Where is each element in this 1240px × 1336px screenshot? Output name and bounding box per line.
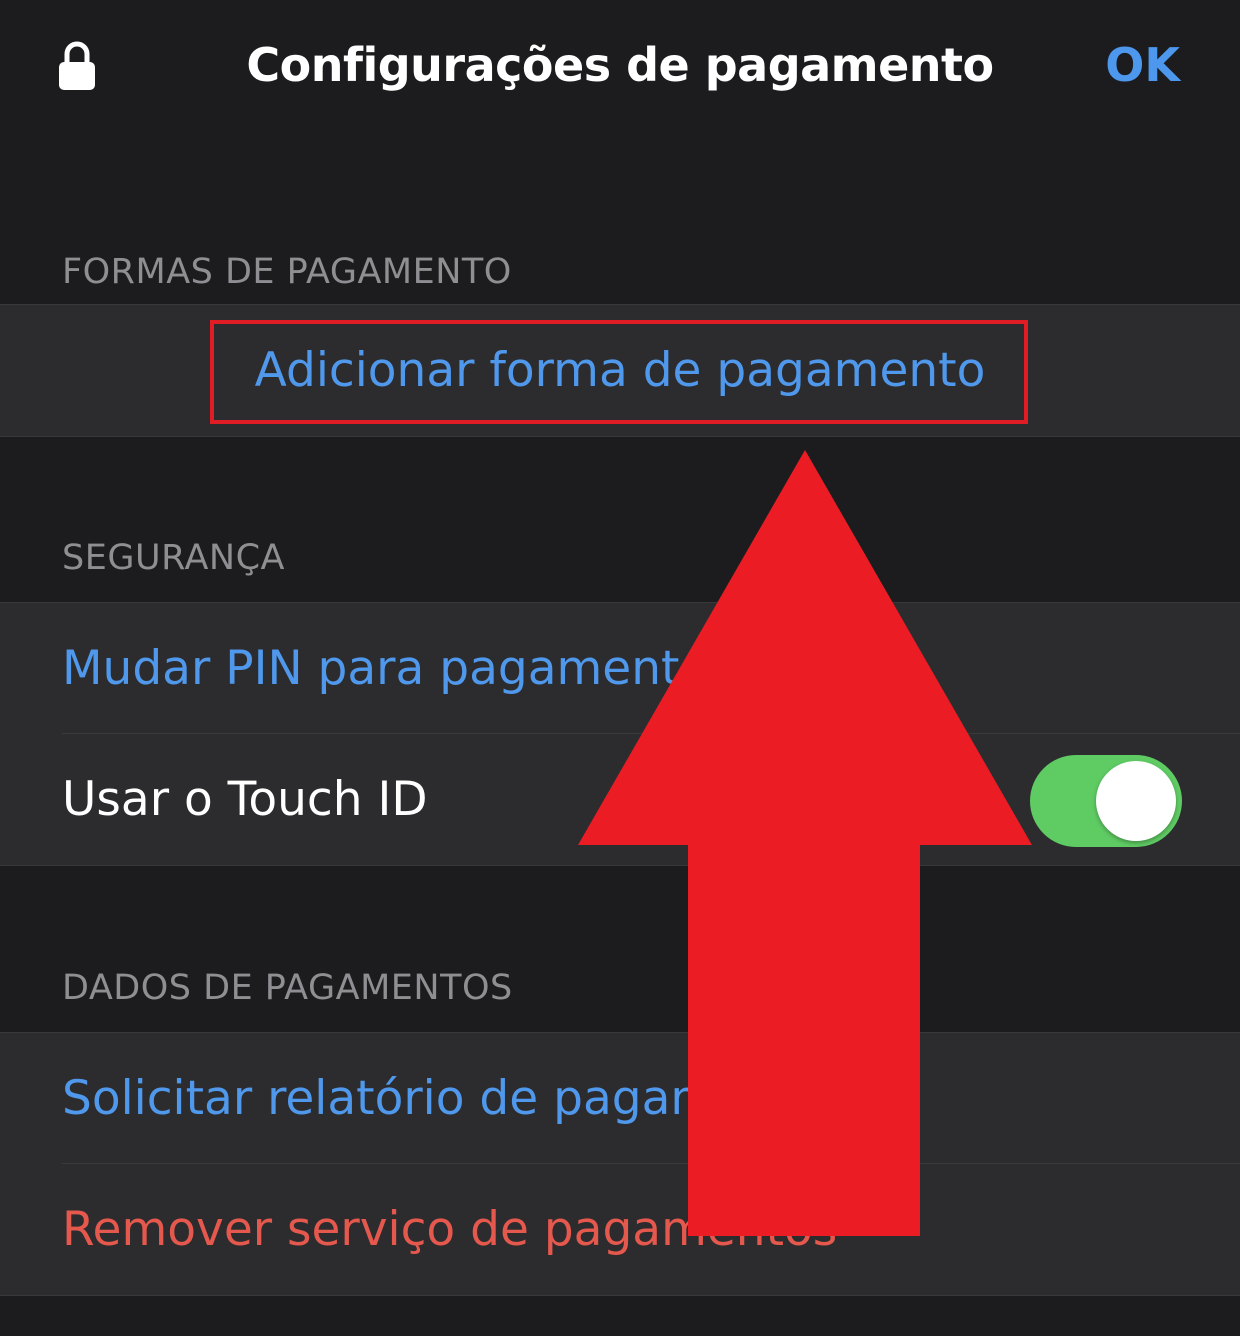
add-payment-method-button[interactable]: Adicionar forma de pagamento xyxy=(0,305,1240,436)
request-report-button[interactable]: Solicitar relatório de pagamentos xyxy=(62,1033,847,1164)
change-pin-cell[interactable]: Mudar PIN para pagamentos xyxy=(0,603,1240,734)
payment-methods-group: Adicionar forma de pagamento xyxy=(0,304,1240,437)
touch-id-cell: Usar o Touch ID xyxy=(0,734,1240,865)
payment-settings-screen: Configurações de pagamento OK FORMAS DE … xyxy=(0,0,1240,1336)
touch-id-label: Usar o Touch ID xyxy=(62,772,428,827)
add-payment-method-cell[interactable]: Adicionar forma de pagamento xyxy=(0,305,1240,436)
change-pin-button[interactable]: Mudar PIN para pagamentos xyxy=(62,603,733,734)
payment-data-group: Solicitar relatório de pagamentos Remove… xyxy=(0,1032,1240,1296)
remove-service-button[interactable]: Remover serviço de pagamentos xyxy=(62,1164,837,1295)
section-header-security: SEGURANÇA xyxy=(62,538,285,578)
page-title: Configurações de pagamento xyxy=(246,38,994,92)
security-group: Mudar PIN para pagamentos Usar o Touch I… xyxy=(0,602,1240,866)
ok-button[interactable]: OK xyxy=(1105,38,1180,92)
navigation-bar: Configurações de pagamento OK xyxy=(0,0,1240,140)
section-header-payment-methods: FORMAS DE PAGAMENTO xyxy=(62,252,512,292)
section-header-payment-data: DADOS DE PAGAMENTOS xyxy=(62,968,513,1008)
request-report-cell[interactable]: Solicitar relatório de pagamentos xyxy=(0,1033,1240,1164)
remove-service-cell[interactable]: Remover serviço de pagamentos xyxy=(0,1164,1240,1295)
toggle-knob xyxy=(1096,761,1176,841)
touch-id-toggle[interactable] xyxy=(1030,755,1182,847)
